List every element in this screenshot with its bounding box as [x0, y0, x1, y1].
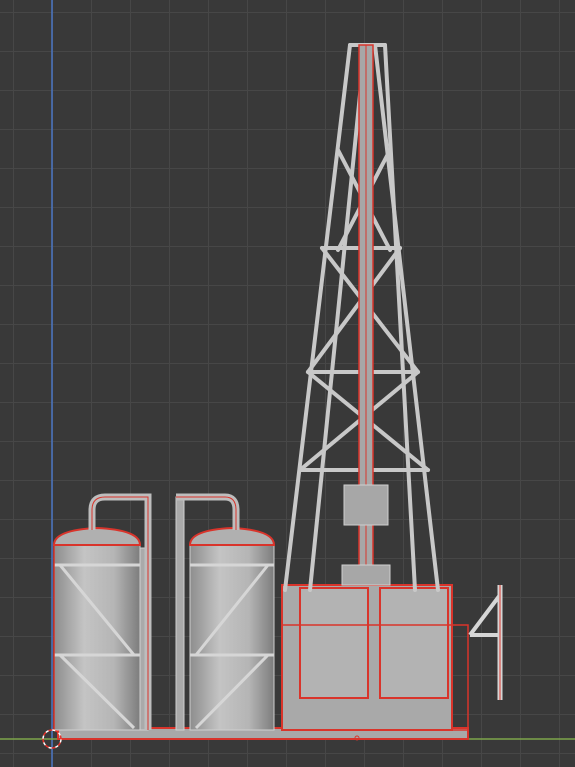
machinery-blocks[interactable]	[281, 584, 469, 731]
3d-viewport[interactable]	[0, 0, 575, 767]
side-railing[interactable]	[468, 585, 503, 700]
tank-left[interactable]	[52, 493, 152, 731]
scene-canvas[interactable]	[0, 0, 575, 767]
tank-right[interactable]	[175, 493, 276, 731]
